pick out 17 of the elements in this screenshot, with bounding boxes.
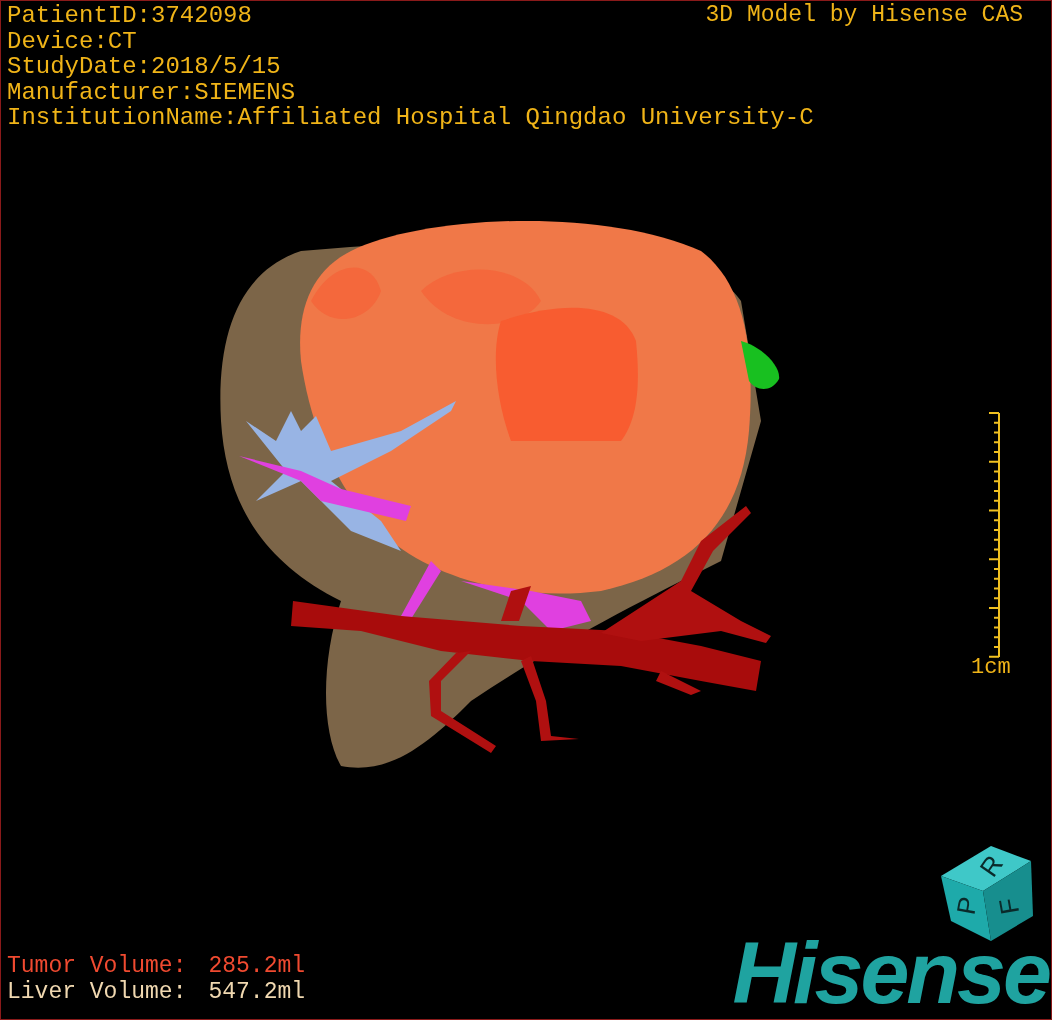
brand-logo: Hisense: [732, 929, 1049, 1017]
volume-value: 285.2ml: [208, 953, 306, 979]
scale-label: 1cm: [971, 655, 1011, 681]
info-line: Manufacturer:SIEMENS: [7, 79, 296, 105]
info-line: StudyDate:2018/5/15: [7, 54, 281, 80]
viewer-title: 3D Model by Hisense CAS: [705, 3, 1023, 29]
scale-bar-icon: [988, 412, 1000, 658]
info-line: Device:CT: [7, 28, 137, 54]
orientation-cube-icon: [941, 846, 1033, 941]
cube-face-label: R: [973, 849, 1009, 883]
cube-face-label: F: [992, 895, 1026, 917]
volume-value: 547.2ml: [208, 979, 306, 1005]
volume-label: Tumor Volume:: [7, 953, 187, 979]
volume-label: Liver Volume:: [7, 979, 187, 1005]
info-line: PatientID:3742098: [7, 3, 252, 29]
cube-face-label: P: [950, 894, 984, 917]
info-line: InstitutionName:Affiliated Hospital Qingdao University-C: [7, 105, 814, 131]
